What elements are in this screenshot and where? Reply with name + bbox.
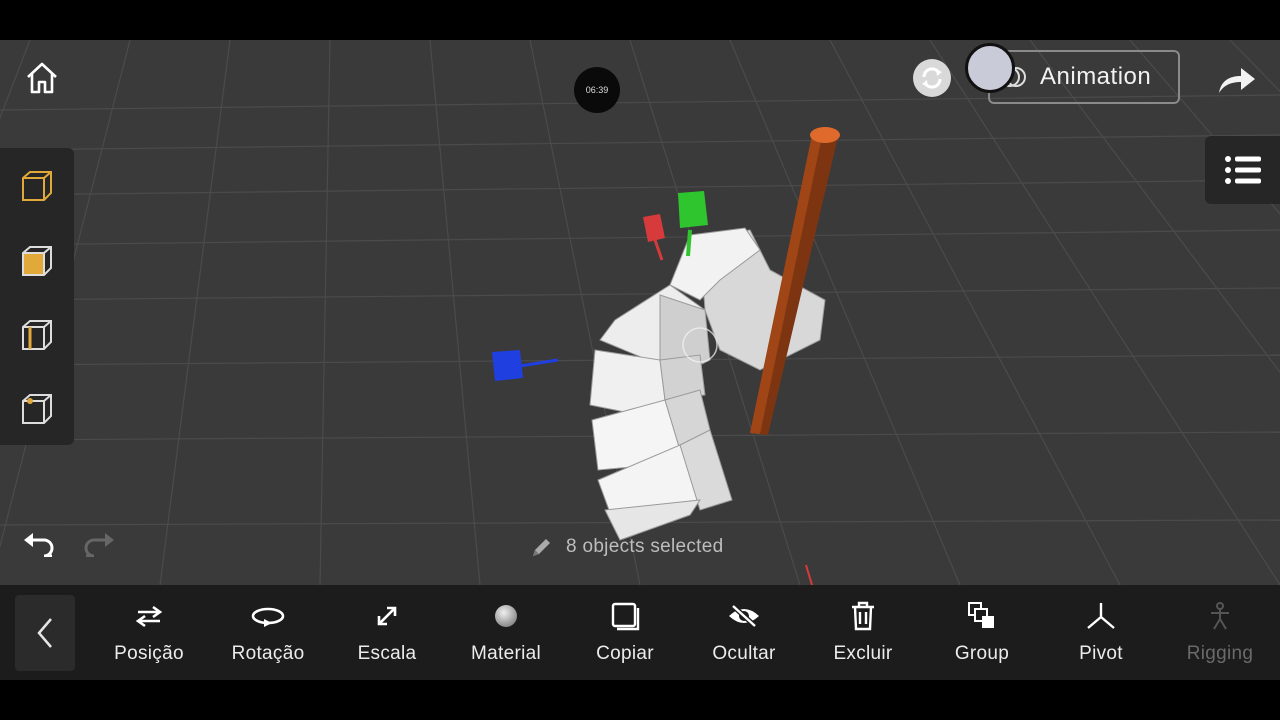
- pencil-icon: [530, 535, 556, 559]
- letterbox-bottom: [0, 680, 1280, 720]
- edge-mode-button[interactable]: [18, 316, 56, 354]
- animation-label: Animation: [1040, 63, 1152, 90]
- tool-rotation[interactable]: Rotação: [213, 599, 323, 669]
- vertex-mode-button[interactable]: [18, 390, 56, 428]
- share-button[interactable]: [1212, 58, 1260, 102]
- face-mode-button[interactable]: [18, 242, 56, 280]
- sync-icon: [922, 67, 942, 89]
- tool-group-label: Group: [954, 643, 1010, 664]
- rotation-icon: [250, 599, 286, 633]
- gizmo-y-handle[interactable]: [678, 191, 708, 228]
- object-mode-button[interactable]: [18, 167, 56, 205]
- tool-scale[interactable]: Escala: [332, 599, 442, 669]
- recording-timer: 06:39: [574, 67, 620, 113]
- gizmo-z-handle[interactable]: [492, 350, 523, 381]
- letterbox-top: [0, 0, 1280, 40]
- tool-hide-label: Ocultar: [712, 643, 776, 664]
- tool-rotation-label: Rotação: [231, 643, 305, 664]
- tool-delete[interactable]: Excluir: [808, 599, 918, 669]
- cube-edge-icon: [22, 320, 52, 350]
- redo-button[interactable]: [78, 526, 118, 562]
- tool-rigging[interactable]: Rigging: [1165, 599, 1275, 669]
- home-icon: [27, 62, 57, 94]
- tool-group[interactable]: Group: [927, 599, 1037, 669]
- cube-wireframe-icon: [22, 171, 52, 201]
- tool-hide[interactable]: Ocultar: [689, 599, 799, 669]
- material-sphere-icon: [493, 599, 519, 633]
- home-button[interactable]: [18, 54, 66, 102]
- tool-copy[interactable]: Copiar: [570, 599, 680, 669]
- tool-pivot-label: Pivot: [1079, 643, 1123, 664]
- tool-delete-label: Excluir: [833, 643, 893, 664]
- tool-copy-label: Copiar: [596, 643, 654, 664]
- undo-button[interactable]: [20, 526, 60, 562]
- chevron-left-icon: [37, 618, 52, 648]
- position-arrows-icon: [134, 599, 164, 633]
- tool-material[interactable]: Material: [451, 599, 561, 669]
- rigging-icon: [1205, 599, 1235, 633]
- outliner-menu-button[interactable]: [1205, 136, 1280, 204]
- copy-icon: [609, 599, 641, 633]
- group-icon: [967, 599, 997, 633]
- gizmo-x-handle-line: [653, 239, 664, 261]
- touch-indicator: [965, 43, 1015, 93]
- undo-icon: [24, 533, 54, 557]
- tool-material-label: Material: [471, 643, 541, 664]
- cube-face-left-icon: [22, 246, 52, 276]
- pivot-icon: [1085, 599, 1117, 633]
- sync-button[interactable]: [913, 59, 951, 97]
- tool-position[interactable]: Posição: [94, 599, 204, 669]
- selection-status-text: 8 objects selected: [566, 536, 724, 557]
- bottom-toolbar: Posição Rotação Escala Material Copiar O…: [0, 585, 1280, 680]
- animation-button[interactable]: Animation: [988, 50, 1180, 104]
- 3d-viewport[interactable]: 06:39 Animation 8 objects selected: [0, 40, 1280, 585]
- gizmo-y-handle-line: [686, 229, 692, 257]
- selection-status: 8 objects selected: [530, 532, 724, 562]
- list-icon: [1224, 156, 1261, 184]
- selection-mode-panel: [0, 148, 74, 445]
- tool-position-label: Posição: [114, 643, 184, 664]
- share-arrow-icon: [1219, 68, 1255, 93]
- toolbar-back-button[interactable]: [15, 595, 75, 671]
- trash-icon: [850, 599, 876, 633]
- hide-eye-icon: [727, 599, 761, 633]
- scale-icon: [374, 599, 400, 633]
- tool-pivot[interactable]: Pivot: [1046, 599, 1156, 669]
- gizmo-axis-red: [805, 564, 813, 585]
- tool-rigging-label: Rigging: [1186, 643, 1254, 664]
- tool-scale-label: Escala: [357, 643, 417, 664]
- redo-icon: [84, 533, 114, 557]
- scene-canvas[interactable]: [0, 40, 1280, 585]
- cube-vertex-icon: [22, 394, 52, 424]
